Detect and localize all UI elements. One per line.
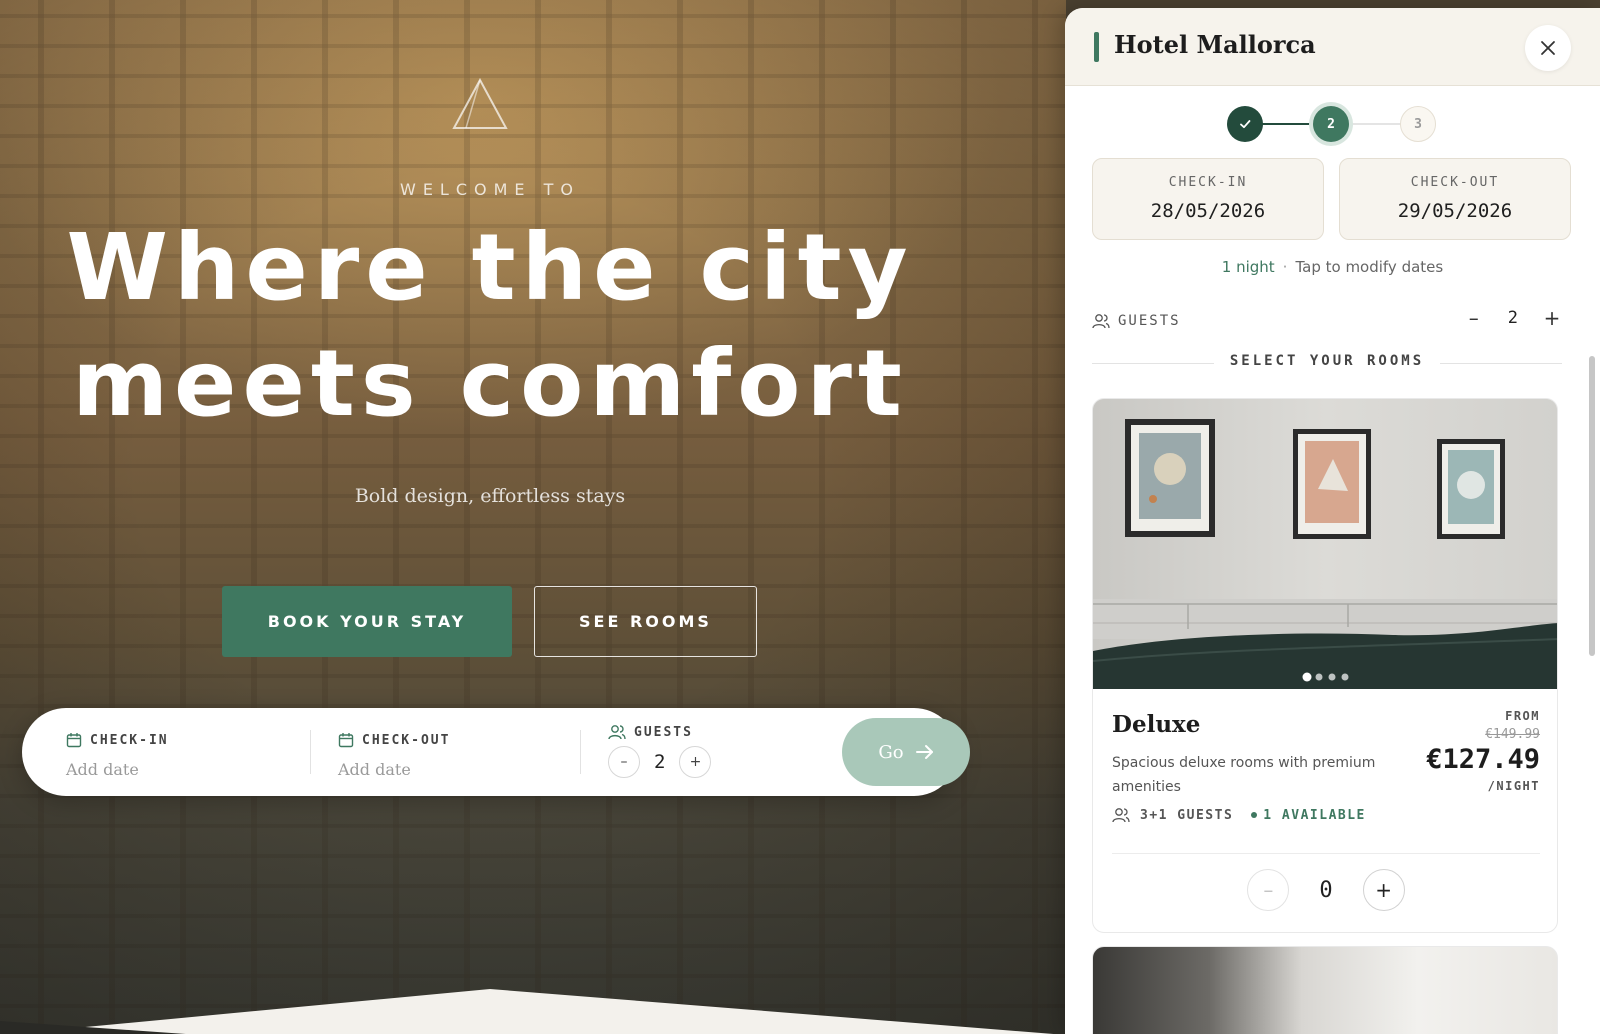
panel-title: Hotel Mallorca [1114, 30, 1316, 59]
room-photo [1093, 399, 1557, 689]
checkin-date-card[interactable]: CHECK-IN 28/05/2026 [1092, 158, 1324, 240]
see-rooms-button[interactable]: SEE ROOMS [534, 586, 757, 657]
users-icon [1112, 808, 1130, 823]
section-divider-shape [0, 989, 1054, 1034]
separator-dot: · [1282, 258, 1288, 276]
original-price: €149.99 [1485, 727, 1540, 742]
checkout-label: CHECK-OUT [362, 732, 451, 748]
price-unit: /NIGHT [1487, 779, 1540, 793]
checkout-field[interactable]: CHECK-OUT Add date [338, 732, 451, 780]
booking-bar: CHECK-IN Add date CHECK-OUT Add date GUE… [22, 708, 970, 796]
availability-badge: 1 AVAILABLE [1251, 808, 1366, 823]
availability-text: 1 AVAILABLE [1263, 807, 1366, 823]
panel-header: Hotel Mallorca [1065, 8, 1600, 86]
step-2-current: 2 [1313, 106, 1349, 142]
triangle-logo-icon [452, 78, 508, 129]
room-name: Deluxe [1112, 711, 1201, 738]
step-connector [1261, 123, 1315, 125]
room-description: Spacious deluxe rooms with premium ameni… [1112, 755, 1376, 795]
guests-field: GUESTS – 2 + [608, 724, 712, 778]
hero-subtitle: Bold design, effortless stays [354, 485, 626, 507]
guests-label: GUESTS [1118, 313, 1181, 329]
room-quantity-stepper: – 0 + [1093, 869, 1557, 911]
calendar-icon [338, 733, 354, 748]
price-from-label: FROM [1505, 709, 1540, 723]
guests-row: GUESTS – 2 + [1092, 306, 1562, 336]
step-3-pending: 3 [1400, 106, 1436, 142]
guests-increase-button[interactable]: + [679, 746, 712, 778]
room-info: Deluxe Spacious deluxe rooms with premiu… [1093, 689, 1557, 932]
headline-line-1: Where the city [66, 214, 914, 321]
guests-count: 2 [654, 751, 666, 773]
select-rooms-heading: SELECT YOUR ROOMS [1092, 353, 1562, 373]
guests-label: GUESTS [634, 724, 693, 740]
price-block: FROM €149.99 €127.49 /NIGHT [1426, 709, 1540, 793]
headline-line-2: meets comfort [72, 330, 908, 437]
welcome-text: WELCOME TO [400, 180, 580, 199]
guests-increase-button[interactable]: + [1542, 306, 1562, 330]
step-connector [1349, 123, 1401, 125]
section-title: SELECT YOUR ROOMS [1229, 353, 1425, 369]
nights-count: 1 night [1221, 258, 1275, 276]
arrow-right-icon [915, 745, 933, 759]
room-photo-carousel[interactable] [1093, 399, 1557, 689]
nights-summary[interactable]: 1 night · Tap to modify dates [1065, 258, 1600, 276]
go-button[interactable]: Go [842, 718, 970, 786]
step-1-complete[interactable] [1227, 106, 1263, 142]
room-card-deluxe: Deluxe Spacious deluxe rooms with premiu… [1092, 398, 1558, 933]
close-icon [1541, 41, 1555, 55]
room-increase-button[interactable]: + [1362, 869, 1405, 911]
close-button[interactable] [1525, 25, 1571, 71]
checkin-field[interactable]: CHECK-IN Add date [66, 732, 169, 780]
checkin-label: CHECK-IN [1168, 175, 1248, 190]
hero-vignette [0, 0, 1066, 1034]
booking-panel: Hotel Mallorca 2 3 CHECK-IN 28/05/2026 C… [1065, 8, 1600, 1034]
checkin-date: 28/05/2026 [1150, 200, 1266, 222]
guests-count: 2 [1507, 308, 1518, 328]
check-icon [1240, 120, 1251, 129]
calendar-icon [66, 733, 82, 748]
frame-3 [1437, 439, 1505, 539]
guests-stepper: – 2 + [608, 746, 712, 778]
divider [1112, 853, 1540, 854]
accent-bar [1094, 32, 1099, 62]
modify-dates-hint: Tap to modify dates [1295, 258, 1444, 276]
go-label: Go [878, 741, 904, 763]
room-meta: 3+1 GUESTS 1 AVAILABLE [1112, 807, 1366, 823]
room-decrease-button[interactable]: – [1247, 869, 1290, 911]
checkin-label: CHECK-IN [90, 732, 169, 748]
panel-scrollbar[interactable] [1589, 356, 1595, 656]
checkout-date-card[interactable]: CHECK-OUT 29/05/2026 [1339, 158, 1571, 240]
availability-dot [1251, 812, 1258, 818]
checkin-value: Add date [66, 760, 139, 779]
checkout-label: CHECK-OUT [1410, 175, 1500, 190]
panel-guests-stepper: – 2 + [1464, 306, 1562, 330]
hero-headline: Where the city meets comfort [0, 210, 980, 442]
frame-1 [1125, 419, 1215, 537]
divider [580, 730, 581, 774]
book-your-stay-button[interactable]: BOOK YOUR STAY [222, 586, 512, 657]
guests-decrease-button[interactable]: – [608, 746, 640, 778]
frame-2 [1293, 429, 1371, 539]
room-quantity: 0 [1319, 877, 1333, 903]
divider [310, 730, 311, 774]
guests-decrease-button[interactable]: – [1464, 306, 1484, 330]
users-icon [608, 725, 626, 740]
step-indicator: 2 3 [1065, 96, 1600, 152]
hero-section: WELCOME TO Where the city meets comfort … [0, 0, 1066, 1034]
checkout-value: Add date [338, 760, 411, 779]
checkout-date: 29/05/2026 [1397, 200, 1513, 222]
users-icon [1092, 314, 1110, 329]
discounted-price: €127.49 [1426, 744, 1540, 775]
room-capacity: 3+1 GUESTS [1140, 807, 1234, 823]
room-card-next[interactable] [1092, 946, 1558, 1034]
